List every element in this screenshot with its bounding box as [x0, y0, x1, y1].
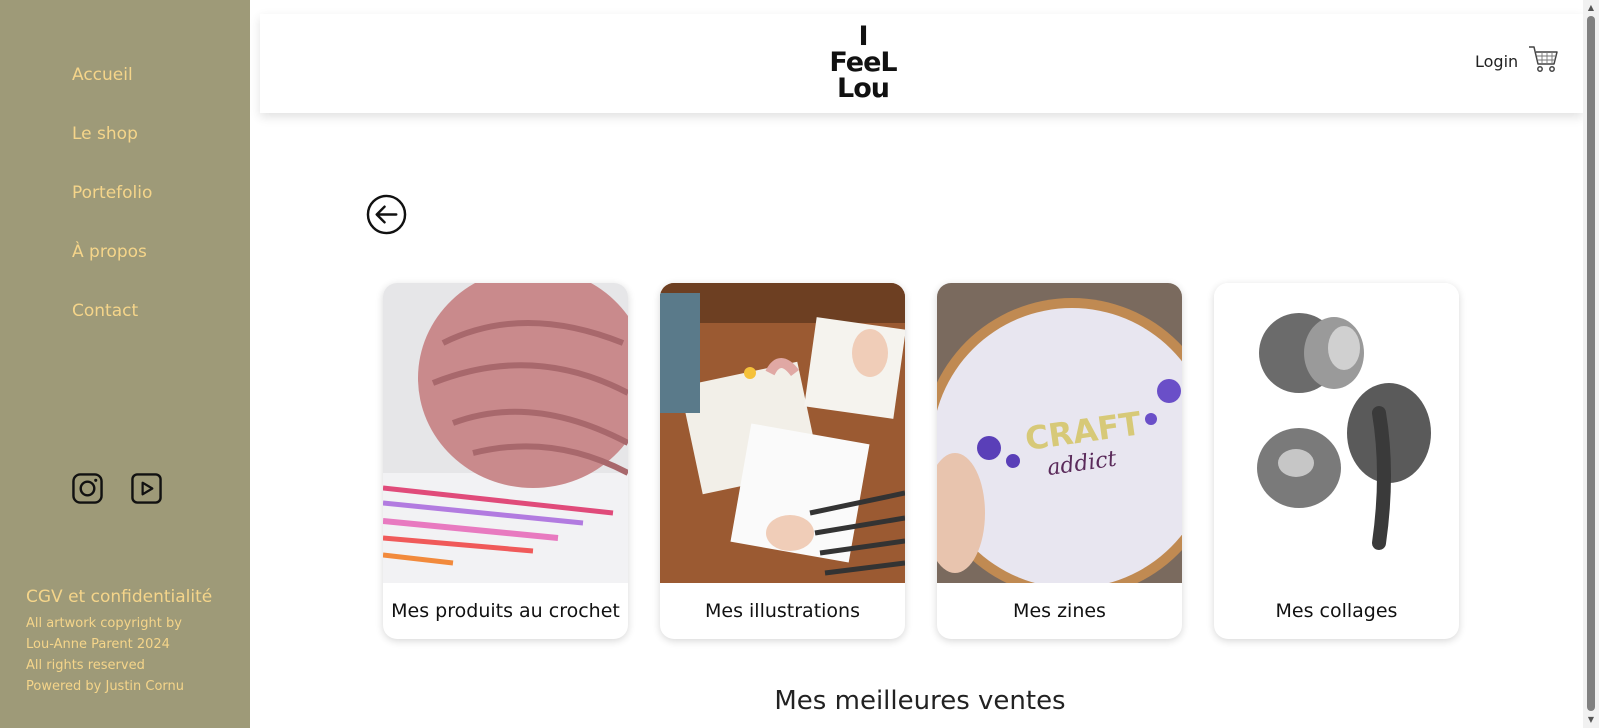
cgv-link[interactable]: CGV et confidentialité [26, 587, 212, 613]
nav-item-accueil[interactable]: Accueil [72, 60, 152, 119]
category-cards: Mes produits au crochet Mes illustration… [383, 283, 1459, 639]
social-links [72, 473, 162, 504]
copyright-line: All artwork copyright by [26, 616, 182, 631]
card-label: Mes produits au crochet [391, 600, 620, 622]
crochet-image [383, 283, 628, 583]
login-link[interactable]: Login [1475, 52, 1518, 71]
youtube-icon[interactable] [131, 473, 162, 504]
nav-item-contact[interactable]: Contact [72, 296, 152, 355]
rights-line: All rights reserved [26, 658, 145, 673]
category-card-collages[interactable]: Mes collages [1214, 283, 1459, 639]
sidebar: Accueil Le shop Portefolio À propos Cont… [0, 0, 250, 728]
best-sellers-title: Mes meilleures ventes [774, 686, 1066, 716]
cart-icon[interactable] [1528, 44, 1560, 74]
nav-item-a-propos[interactable]: À propos [72, 237, 152, 296]
nav-item-portefolio[interactable]: Portefolio [72, 178, 152, 237]
card-label: Mes zines [1013, 600, 1106, 622]
scroll-down-arrow-icon[interactable]: ▼ [1583, 712, 1599, 728]
illustrations-image [660, 283, 905, 583]
scroll-up-arrow-icon[interactable]: ▲ [1583, 0, 1599, 16]
page-scrollbar[interactable]: ▲ ▼ [1583, 0, 1599, 728]
nav-item-le-shop[interactable]: Le shop [72, 119, 152, 178]
powered-by-line: Powered by Justin Cornu [26, 679, 185, 694]
arrow-left-circle-icon[interactable] [366, 194, 407, 235]
logo-line: Lou [837, 73, 890, 104]
site-logo[interactable]: I FeeL Lou [828, 23, 898, 104]
category-card-zines[interactable]: CRAFT addict Mes zines [937, 283, 1182, 639]
copyright-line: Lou-Anne Parent 2024 [26, 637, 170, 652]
scroll-thumb[interactable] [1587, 16, 1595, 711]
top-header: I FeeL Lou Login [260, 14, 1583, 113]
zines-image: CRAFT addict [937, 283, 1182, 583]
sidebar-footer: CGV et confidentialité All artwork copyr… [26, 587, 212, 697]
category-card-illustrations[interactable]: Mes illustrations [660, 283, 905, 639]
card-label: Mes collages [1275, 600, 1398, 622]
instagram-icon[interactable] [72, 473, 103, 504]
category-card-crochet[interactable]: Mes produits au crochet [383, 283, 628, 639]
collages-image [1214, 283, 1459, 583]
sidebar-nav: Accueil Le shop Portefolio À propos Cont… [72, 60, 152, 355]
card-label: Mes illustrations [705, 600, 860, 622]
